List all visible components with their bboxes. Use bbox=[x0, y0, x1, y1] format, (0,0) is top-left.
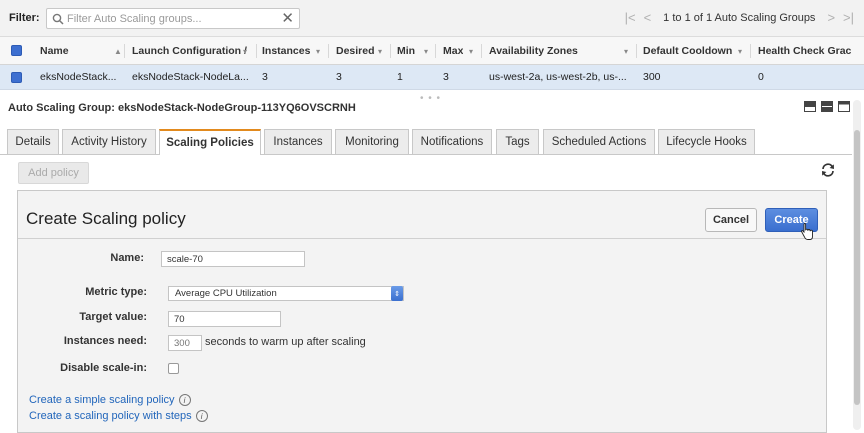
tab-details[interactable]: Details bbox=[7, 129, 59, 154]
select-arrows-icon: ⇕ bbox=[391, 286, 403, 301]
cell-min: 1 bbox=[397, 71, 403, 83]
col-header-health-check-grace[interactable]: Health Check Grac bbox=[758, 37, 858, 64]
sort-icon[interactable]: ▾ bbox=[738, 47, 742, 56]
cell-max: 3 bbox=[443, 71, 449, 83]
last-page-icon[interactable]: >| bbox=[843, 11, 854, 25]
filter-bar: Filter: ✕ |< < 1 to 1 of 1 Auto Scaling … bbox=[0, 0, 864, 37]
layout-switcher bbox=[804, 101, 850, 112]
sort-icon[interactable]: ▾ bbox=[469, 47, 473, 56]
checkbox-checked-icon bbox=[11, 45, 22, 56]
tab-activity-history[interactable]: Activity History bbox=[62, 129, 156, 154]
col-header-instances[interactable]: Instances bbox=[262, 37, 310, 64]
next-page-icon[interactable]: > bbox=[827, 11, 835, 25]
simple-policy-link-text[interactable]: Create a simple scaling policy bbox=[29, 394, 175, 406]
filter-box[interactable]: ✕ bbox=[46, 8, 300, 29]
name-label: Name: bbox=[110, 252, 144, 264]
col-header-name[interactable]: Name bbox=[40, 37, 69, 64]
col-header-default-cooldown[interactable]: Default Cooldown bbox=[643, 37, 732, 64]
create-scaling-policy-panel: Create Scaling policy Cancel Create Name… bbox=[17, 190, 827, 433]
cell-desired: 3 bbox=[336, 71, 342, 83]
pager-text: 1 to 1 of 1 Auto Scaling Groups bbox=[663, 12, 816, 24]
layout-bottom-icon[interactable] bbox=[838, 101, 850, 112]
cell-health-check-grace: 0 bbox=[758, 71, 764, 83]
search-icon bbox=[52, 13, 64, 25]
prev-page-icon[interactable]: < bbox=[644, 11, 652, 25]
cell-default-cooldown: 300 bbox=[643, 71, 661, 83]
cell-availability-zones: us-west-2a, us-west-2b, us-... bbox=[489, 71, 627, 83]
col-header-max[interactable]: Max bbox=[443, 37, 463, 64]
warmup-suffix: seconds to warm up after scaling bbox=[205, 336, 366, 348]
cell-launch-config: eksNodeStack-NodeLa... bbox=[132, 71, 249, 83]
tab-scaling-policies[interactable]: Scaling Policies bbox=[159, 129, 261, 155]
sort-asc-icon[interactable]: ▲ bbox=[114, 47, 122, 56]
tab-tags[interactable]: Tags bbox=[496, 129, 539, 154]
scrollbar-thumb[interactable] bbox=[854, 130, 860, 405]
pager: |< < 1 to 1 of 1 Auto Scaling Groups > >… bbox=[625, 11, 854, 25]
sort-icon[interactable]: ▾ bbox=[378, 47, 382, 56]
sort-icon[interactable]: ▾ bbox=[316, 47, 320, 56]
refresh-icon[interactable] bbox=[820, 162, 836, 178]
select-all-checkbox[interactable] bbox=[11, 37, 22, 64]
simple-policy-link[interactable]: Create a simple scaling policy i bbox=[29, 394, 191, 406]
layout-top-icon[interactable] bbox=[804, 101, 816, 112]
col-header-availability-zones[interactable]: Availability Zones bbox=[489, 37, 578, 64]
tab-scheduled-actions[interactable]: Scheduled Actions bbox=[543, 129, 655, 154]
cell-name: eksNodeStack... bbox=[40, 71, 117, 83]
first-page-icon[interactable]: |< bbox=[625, 11, 636, 25]
clear-icon[interactable]: ✕ bbox=[281, 10, 294, 27]
steps-policy-link[interactable]: Create a scaling policy with steps i bbox=[29, 410, 208, 422]
name-input[interactable] bbox=[161, 251, 305, 267]
panel-header: Create Scaling policy Cancel Create bbox=[18, 191, 826, 240]
sort-icon[interactable]: ▾ bbox=[624, 47, 628, 56]
tab-lifecycle-hooks[interactable]: Lifecycle Hooks bbox=[658, 129, 755, 154]
detail-tabs: Details Activity History Scaling Policie… bbox=[0, 129, 852, 155]
col-header-desired[interactable]: Desired bbox=[336, 37, 375, 64]
checkbox-checked-icon bbox=[11, 71, 22, 83]
table-header: Name ▲ Launch Configuration / ▾ Instance… bbox=[0, 37, 864, 65]
target-value-input[interactable] bbox=[168, 311, 281, 327]
add-policy-button[interactable]: Add policy bbox=[18, 162, 89, 184]
filter-input[interactable] bbox=[67, 11, 277, 26]
sort-icon[interactable]: ▾ bbox=[243, 47, 247, 56]
tab-monitoring[interactable]: Monitoring bbox=[335, 129, 409, 154]
layout-split-icon[interactable] bbox=[821, 101, 833, 112]
table-row[interactable]: eksNodeStack... eksNodeStack-NodeLa... 3… bbox=[0, 65, 864, 90]
metric-type-label: Metric type: bbox=[85, 286, 147, 298]
col-header-min[interactable]: Min bbox=[397, 37, 415, 64]
metric-type-value: Average CPU Utilization bbox=[175, 288, 277, 299]
disable-scale-in-checkbox[interactable] bbox=[168, 363, 179, 374]
group-title: Auto Scaling Group: eksNodeStack-NodeGro… bbox=[8, 102, 356, 114]
cancel-button[interactable]: Cancel bbox=[705, 208, 757, 232]
tab-notifications[interactable]: Notifications bbox=[412, 129, 492, 154]
resize-handle[interactable]: • • • bbox=[420, 93, 441, 104]
cell-instances: 3 bbox=[262, 71, 268, 83]
hand-cursor-icon bbox=[801, 223, 813, 240]
disable-scale-in-label: Disable scale-in: bbox=[60, 362, 147, 374]
info-icon[interactable]: i bbox=[195, 410, 208, 422]
panel-title: Create Scaling policy bbox=[26, 209, 186, 228]
tab-instances[interactable]: Instances bbox=[264, 129, 332, 154]
steps-policy-link-text[interactable]: Create a scaling policy with steps bbox=[29, 410, 192, 422]
info-icon[interactable]: i bbox=[178, 394, 191, 406]
target-value-label: Target value: bbox=[79, 311, 147, 323]
sort-icon[interactable]: ▾ bbox=[424, 47, 428, 56]
filter-label: Filter: bbox=[9, 12, 40, 24]
vertical-scrollbar[interactable] bbox=[853, 100, 861, 430]
warmup-seconds-input[interactable] bbox=[168, 335, 202, 351]
instances-need-label: Instances need: bbox=[63, 335, 147, 347]
col-header-launch-config[interactable]: Launch Configuration / bbox=[132, 37, 247, 64]
row-checkbox[interactable] bbox=[11, 65, 22, 89]
metric-type-select[interactable]: Average CPU Utilization ⇕ bbox=[168, 286, 404, 301]
